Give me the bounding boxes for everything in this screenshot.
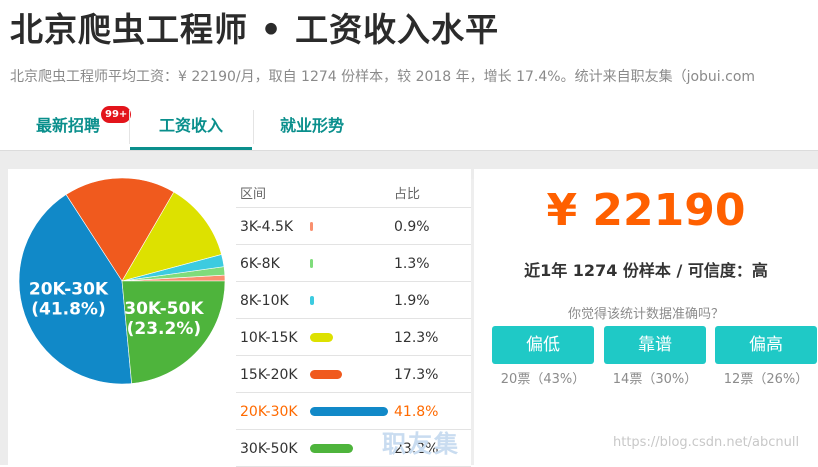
salary-range-label: 30K-50K	[240, 441, 298, 457]
salary-range-label: 8K-10K	[240, 293, 289, 309]
tab-latest-jobs-label: 最新招聘	[35, 116, 100, 135]
tab-employment-trend[interactable]: 就业形势	[262, 104, 362, 148]
percentage-value: 1.9%	[394, 293, 430, 309]
jobui-watermark-logo: 职友集	[382, 430, 460, 458]
tab-salary-income-label: 工资收入	[158, 116, 223, 135]
percentage-bar	[310, 407, 388, 416]
salary-range-label: 10K-15K	[240, 330, 298, 346]
tab-divider	[253, 110, 254, 144]
page-title: 北京爬虫工程师 • 工资收入水平	[10, 10, 500, 49]
column-header-percent: 占比	[394, 187, 421, 202]
vote-too-low-button[interactable]: 偏低	[492, 326, 594, 364]
vote-accurate-count: 14票（30%）	[612, 372, 698, 387]
percentage-bar	[310, 444, 354, 453]
pie-slice-label-range: 30K-50K	[124, 299, 204, 319]
percentage-value: 0.9%	[394, 219, 430, 235]
percentage-bar	[310, 333, 333, 342]
sample-info: 近1年 1274 份样本 / 可信度：高	[524, 261, 768, 280]
new-jobs-badge: 99+	[101, 106, 132, 123]
percentage-bar	[310, 296, 314, 305]
percentage-bar	[310, 370, 343, 379]
percentage-bar	[310, 222, 313, 231]
pie-slice-label-pct: (41.8%)	[31, 300, 106, 320]
pie-slice-label-range: 20K-30K	[29, 280, 109, 300]
percentage-value: 1.3%	[394, 256, 430, 272]
salary-range-label: 20K-30K	[240, 404, 298, 420]
csdn-watermark-url: https://blog.csdn.net/abcnull	[613, 435, 800, 450]
pie-slice-label-pct: (23.2%)	[127, 319, 202, 339]
salary-summary-text: 北京爬虫工程师平均工资：¥ 22190/月，取自 1274 份样本，较 2018…	[10, 69, 756, 85]
table-row: 10K-15K 12.3%	[236, 319, 471, 356]
percentage-bar	[310, 259, 313, 268]
percentage-value: 17.3%	[394, 367, 439, 383]
salary-pie-chart: 20K-30K(41.8%) 30K-50K(23.2%)	[18, 177, 226, 385]
vote-too-low-count: 20票（43%）	[500, 372, 586, 387]
salary-summary-panel: ¥ 22190 近1年 1274 份样本 / 可信度：高 你觉得该统计数据准确吗…	[474, 169, 818, 465]
tab-salary-income[interactable]: 工资收入	[130, 104, 252, 150]
table-row: 6K-8K 1.3%	[236, 245, 471, 282]
table-row: 15K-20K 17.3%	[236, 356, 471, 393]
salary-range-label: 3K-4.5K	[240, 219, 294, 235]
accuracy-question: 你觉得该统计数据准确吗？	[567, 307, 724, 322]
vote-too-high-button[interactable]: 偏高	[715, 326, 817, 364]
percentage-value: 41.8%	[394, 404, 439, 420]
column-header-range: 区间	[240, 187, 267, 202]
vote-accurate-button[interactable]: 靠谱	[604, 326, 706, 364]
salary-range-label: 6K-8K	[240, 256, 280, 272]
salary-range-label: 15K-20K	[240, 367, 298, 383]
tab-bar: 最新招聘 99+ 工资收入 就业形势	[0, 104, 818, 151]
vote-too-high-count: 12票（26%）	[723, 372, 809, 387]
percentage-value: 12.3%	[394, 330, 439, 346]
tab-employment-trend-label: 就业形势	[279, 116, 344, 135]
salary-distribution-panel: 20K-30K (41.8%) 30K-50K (23.2%) 区间 占比 3K-4.…	[8, 169, 477, 467]
table-row: 8K-10K 1.9%	[236, 282, 471, 319]
table-header: 区间 占比	[236, 177, 471, 208]
average-salary: ¥ 22190	[546, 185, 746, 236]
table-row: 3K-4.5K 0.9%	[236, 208, 471, 245]
